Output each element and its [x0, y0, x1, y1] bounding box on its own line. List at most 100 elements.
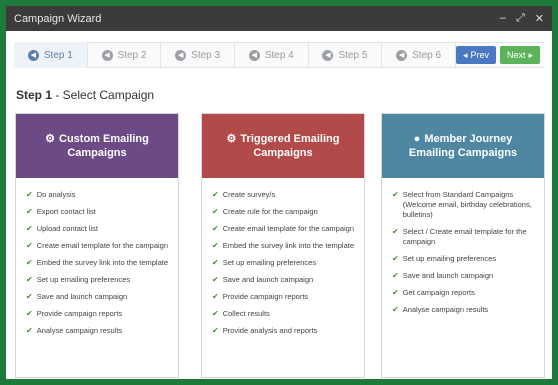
prev-label: Prev [470, 50, 489, 60]
list-item-text: Do analysis [36, 190, 76, 199]
list-item: ✔ Create email template for the campaign [212, 224, 356, 234]
card-member-journey[interactable]: ● Member Journey Emailing Campaigns ✔ Sele… [381, 113, 545, 378]
step-6-tab[interactable]: ◀ Step 6 [382, 42, 456, 68]
window-controls: – ⤢ ✕ [500, 12, 544, 25]
list-item-text: Create email template for the campaign [36, 241, 169, 250]
list-item: ✔ Upload contact list [26, 224, 170, 234]
step-2-tab[interactable]: ◀ Step 2 [88, 42, 162, 68]
steps-bar: ◀ Step 1 ◀ Step 2 ◀ Step 3 ◀ Step 4 ◀ St… [14, 42, 544, 68]
check-icon: ✔ [26, 275, 33, 284]
card-title-line2: Campaigns [253, 147, 313, 159]
prev-button[interactable]: ◂ Prev [455, 46, 496, 64]
page-title: Step 1 - Select Campaign [16, 88, 154, 102]
check-icon: ✔ [26, 207, 33, 216]
check-icon: ✔ [392, 305, 399, 314]
step-circle-icon: ◀ [396, 49, 408, 61]
list-item-text: Embed the survey link into the template [222, 241, 355, 250]
card-header: ⚙ Custom Emailing Campaigns [16, 114, 178, 178]
list-item: ✔ Analyse campaign results [26, 326, 170, 336]
list-item: ✔ Create email template for the campaign [26, 241, 170, 251]
list-item-text: Set up emailing preferences [36, 275, 131, 284]
list-item-text: Create rule for the campaign [222, 207, 318, 216]
step-label: Step 5 [338, 49, 368, 61]
list-item: ✔ Select / Create email template for the … [392, 227, 536, 247]
list-item: ✔ Select from Standard Campaigns (Welcome… [392, 190, 536, 220]
list-item: ✔ Save and launch campaign [392, 271, 536, 281]
list-item: ✔ Get campaign reports [392, 288, 536, 298]
list-item: ✔ Analyse campaign results [392, 305, 536, 315]
step-circle-icon: ◀ [175, 49, 187, 61]
card-custom-emailing[interactable]: ⚙ Custom Emailing Campaigns ✔ Do analysis … [15, 113, 179, 378]
check-icon: ✔ [212, 258, 219, 267]
list-item: ✔ Set up emailing preferences [392, 254, 536, 264]
check-icon: ✔ [212, 224, 219, 233]
list-item: ✔ Do analysis [26, 190, 170, 200]
check-icon: ✔ [392, 271, 399, 280]
step-label: Step 2 [117, 49, 147, 61]
check-icon: ✔ [212, 275, 219, 284]
check-icon: ✔ [26, 241, 33, 250]
nav-buttons: ◂ Prev Next ▸ [455, 46, 544, 64]
title-bar: Campaign Wizard – ⤢ ✕ [6, 6, 552, 31]
close-icon[interactable]: ✕ [535, 12, 544, 25]
list-item: ✔ Collect results [212, 309, 356, 319]
step-circle-icon: ◀ [27, 49, 39, 61]
list-item: ✔ Save and launch campaign [212, 275, 356, 285]
card-checklist: ✔ Do analysis ✔ Export contact list ✔ Uploa… [16, 178, 178, 336]
step-3-tab[interactable]: ◀ Step 3 [161, 42, 235, 68]
list-item-text: Provide analysis and reports [222, 326, 318, 335]
step-1-tab[interactable]: ◀ Step 1 [14, 42, 88, 68]
list-item: ✔ Set up emailing preferences [26, 275, 170, 285]
check-icon: ✔ [26, 258, 33, 267]
list-item-text: Embed the survey link into the template [36, 258, 169, 267]
check-icon: ✔ [26, 292, 33, 301]
card-triggered-emailing[interactable]: ⚙ Triggered Emailing Campaigns ✔ Create su… [201, 113, 365, 378]
list-item: ✔ Provide campaign reports [212, 292, 356, 302]
list-item-text: Select / Create email template for the c… [402, 227, 527, 246]
list-item: ✔ Provide campaign reports [26, 309, 170, 319]
step-5-tab[interactable]: ◀ Step 5 [309, 42, 383, 68]
step-4-tab[interactable]: ◀ Step 4 [235, 42, 309, 68]
step-circle-icon: ◀ [101, 49, 113, 61]
list-item: ✔ Create rule for the campaign [212, 207, 356, 217]
check-icon: ✔ [26, 326, 33, 335]
list-item-text: Set up emailing preferences [402, 254, 497, 263]
next-button[interactable]: Next ▸ [499, 46, 541, 64]
list-item-text: Save and launch campaign [402, 271, 494, 280]
check-icon: ✔ [26, 224, 33, 233]
check-icon: ✔ [212, 292, 219, 301]
list-item: ✔ Embed the survey link into the template [212, 241, 356, 251]
list-item: ✔ Embed the survey link into the template [26, 258, 170, 268]
list-item-text: Get campaign reports [402, 288, 475, 297]
list-item-text: Create email template for the campaign [222, 224, 355, 233]
arrow-right-icon: ▸ [528, 49, 534, 60]
list-item-text: Upload contact list [36, 224, 98, 233]
check-icon: ✔ [392, 227, 399, 236]
list-item-text: Provide campaign reports [36, 309, 123, 318]
step-circle-icon: ◀ [248, 49, 260, 61]
check-icon: ✔ [392, 190, 399, 199]
check-icon: ✔ [212, 207, 219, 216]
list-item-text: Select from Standard Campaigns (Welcome … [402, 190, 532, 219]
list-item-text: Save and launch campaign [36, 292, 128, 301]
list-item-text: Create survey/s [222, 190, 276, 199]
list-item-text: Set up emailing preferences [222, 258, 317, 267]
step-circle-icon: ◀ [322, 49, 334, 61]
card-title-line2: Emailing Campaigns [408, 147, 518, 159]
maximize-icon[interactable]: ⤢ [516, 12, 525, 25]
list-item-text: Save and launch campaign [222, 275, 314, 284]
check-icon: ✔ [212, 190, 219, 199]
step-label: Step 4 [264, 49, 294, 61]
check-icon: ✔ [392, 254, 399, 263]
list-item: ✔ Provide analysis and reports [212, 326, 356, 336]
check-icon: ✔ [212, 309, 219, 318]
card-title-line1: Member Journey [424, 133, 513, 145]
minimize-icon[interactable]: – [500, 12, 506, 25]
card-title-line2: Campaigns [67, 147, 127, 159]
list-item-text: Provide campaign reports [222, 292, 309, 301]
circle-icon: ● [413, 133, 421, 145]
list-item: ✔ Create survey/s [212, 190, 356, 200]
card-header: ● Member Journey Emailing Campaigns [382, 114, 544, 178]
list-item-text: Export contact list [36, 207, 96, 216]
gear-icon: ⚙ [226, 133, 237, 145]
